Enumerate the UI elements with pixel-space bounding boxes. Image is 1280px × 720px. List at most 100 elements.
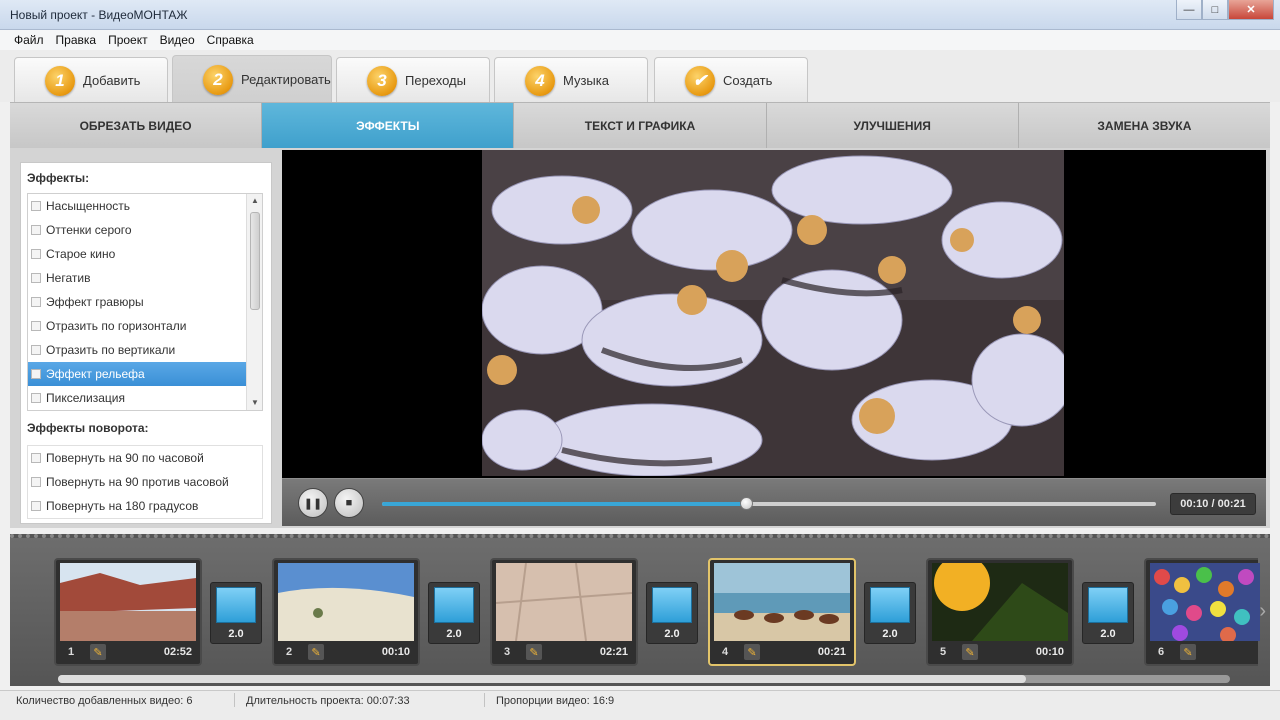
effect-item[interactable]: Эффект гравюры [28, 290, 262, 314]
effect-label: Оттенки серого [46, 223, 132, 237]
tab-text-graphics[interactable]: ТЕКСТ И ГРАФИКА [514, 103, 767, 148]
rotation-list[interactable]: Повернуть на 90 по часовой Повернуть на … [27, 445, 263, 519]
close-button[interactable]: ✕ [1228, 0, 1274, 20]
stop-icon: ■ [345, 497, 353, 509]
timeline-scrollbar[interactable] [58, 675, 1230, 683]
clip-number: 2 [286, 646, 293, 658]
timeline-clip[interactable]: 1 ✎ 02:52 [54, 558, 202, 666]
transition-tile[interactable]: 2.0 [1082, 582, 1134, 644]
step-music-tab[interactable]: 4 Музыка [494, 57, 648, 103]
tab-enhancements[interactable]: УЛУЧШЕНИЯ [767, 103, 1019, 148]
rotation-label: Повернуть на 90 по часовой [46, 451, 204, 465]
checkbox[interactable] [31, 201, 41, 211]
step-label: Создать [723, 73, 773, 88]
step-number-badge: 1 [45, 65, 75, 96]
menu-help[interactable]: Справка [201, 33, 260, 47]
transition-tile[interactable]: 2.0 [210, 582, 262, 644]
step-create-tab[interactable]: ✔ Создать [654, 57, 808, 103]
effects-scrollbar[interactable]: ▲ ▼ [246, 194, 262, 410]
effect-item[interactable]: Насыщенность [28, 194, 262, 218]
effect-item[interactable]: Старое кино [28, 242, 262, 266]
progress-knob[interactable] [739, 497, 753, 510]
effect-item[interactable]: Пикселизация [28, 386, 262, 410]
edit-pencil-icon[interactable]: ✎ [1180, 644, 1196, 660]
effect-label: Отразить по горизонтали [46, 319, 187, 333]
effect-label: Эффект рельефа [46, 367, 145, 381]
checkbox[interactable] [31, 321, 41, 331]
clip-thumbnail [496, 563, 632, 641]
step-add-tab[interactable]: 1 Добавить [14, 57, 168, 103]
edit-pencil-icon[interactable]: ✎ [308, 644, 324, 660]
clip-number: 6 [1158, 646, 1165, 658]
stop-button[interactable]: ■ [334, 488, 364, 518]
maximize-button[interactable]: □ [1202, 0, 1228, 20]
clip-duration: 00:10 [381, 646, 410, 658]
effect-item-selected[interactable]: Эффект рельефа [28, 362, 262, 386]
transition-tile[interactable]: 2.0 [428, 582, 480, 644]
checkbox[interactable] [31, 369, 41, 379]
effects-list[interactable]: Насыщенность Оттенки серого Старое кино … [27, 193, 263, 411]
transition-tile[interactable]: 2.0 [646, 582, 698, 644]
scroll-up-icon[interactable]: ▲ [247, 194, 262, 208]
rotation-item[interactable]: Повернуть на 90 против часовой [28, 470, 262, 494]
step-edit-tab[interactable]: 2 Редактировать [172, 55, 332, 103]
timeline-clip-active[interactable]: 4 ✎ 00:21 [708, 558, 856, 666]
effect-item[interactable]: Негатив [28, 266, 262, 290]
clip-duration: 00:21 [817, 646, 846, 658]
effect-item[interactable]: Отразить по горизонтали [28, 314, 262, 338]
transition-icon [652, 587, 692, 623]
checkbox[interactable] [31, 345, 41, 355]
edit-pencil-icon[interactable]: ✎ [962, 644, 978, 660]
canyon-thumbnail [60, 563, 196, 641]
checkbox[interactable] [31, 477, 41, 487]
timeline-clip[interactable]: 5 ✎ 00:10 [926, 558, 1074, 666]
chevron-right-icon[interactable]: › [1259, 600, 1266, 623]
pause-button[interactable]: ❚❚ [298, 488, 328, 518]
checkbox[interactable] [31, 273, 41, 283]
horses-thumbnail [714, 563, 850, 641]
menu-file[interactable]: Файл [8, 33, 50, 47]
tab-replace-sound[interactable]: ЗАМЕНА ЗВУКА [1019, 103, 1270, 148]
transition-icon [216, 587, 256, 623]
rotation-label: Повернуть на 90 против часовой [46, 475, 229, 489]
playback-progress[interactable] [382, 497, 1156, 510]
tab-effects[interactable]: ЭФФЕКТЫ [262, 103, 515, 156]
timeline-scroll-thumb[interactable] [58, 675, 1026, 683]
checkbox[interactable] [31, 501, 41, 511]
rotation-item[interactable]: Повернуть на 90 по часовой [28, 446, 262, 470]
effect-label: Эффект гравюры [46, 295, 144, 309]
clip-duration: 00:10 [1035, 646, 1064, 658]
effect-item[interactable]: Отразить по вертикали [28, 338, 262, 362]
effect-label: Насыщенность [46, 199, 131, 213]
timeline-clip[interactable]: 6 ✎ [1144, 558, 1260, 666]
scroll-thumb[interactable] [250, 212, 260, 310]
checkbox[interactable] [31, 225, 41, 235]
minimize-button[interactable]: — [1176, 0, 1202, 20]
transition-tile[interactable]: 2.0 [864, 582, 916, 644]
menu-video[interactable]: Видео [154, 33, 201, 47]
transition-duration: 2.0 [446, 628, 462, 640]
title-bar: Новый проект - ВидеоМОНТАЖ — □ ✕ [0, 0, 1280, 30]
window-title: Новый проект - ВидеоМОНТАЖ [10, 8, 188, 22]
edit-pencil-icon[interactable]: ✎ [526, 644, 542, 660]
edit-pencil-icon[interactable]: ✎ [744, 644, 760, 660]
checkbox[interactable] [31, 249, 41, 259]
checkbox[interactable] [31, 297, 41, 307]
checkbox[interactable] [31, 393, 41, 403]
menu-project[interactable]: Проект [102, 33, 154, 47]
video-frame-image [482, 150, 1064, 476]
menu-edit[interactable]: Правка [50, 33, 103, 47]
effect-label: Отразить по вертикали [46, 343, 176, 357]
status-video-count: Количество добавленных видео: 6 [16, 695, 193, 707]
video-preview[interactable] [282, 150, 1266, 478]
checkbox[interactable] [31, 453, 41, 463]
scroll-down-icon[interactable]: ▼ [247, 396, 262, 410]
timeline-clip[interactable]: 3 ✎ 02:21 [490, 558, 638, 666]
step-label: Переходы [405, 73, 466, 88]
step-transitions-tab[interactable]: 3 Переходы [336, 57, 490, 103]
effect-item[interactable]: Оттенки серого [28, 218, 262, 242]
timeline-clip[interactable]: 2 ✎ 00:10 [272, 558, 420, 666]
edit-pencil-icon[interactable]: ✎ [90, 644, 106, 660]
tab-trim-video[interactable]: ОБРЕЗАТЬ ВИДЕО [10, 103, 263, 148]
rotation-item[interactable]: Повернуть на 180 градусов [28, 494, 262, 518]
